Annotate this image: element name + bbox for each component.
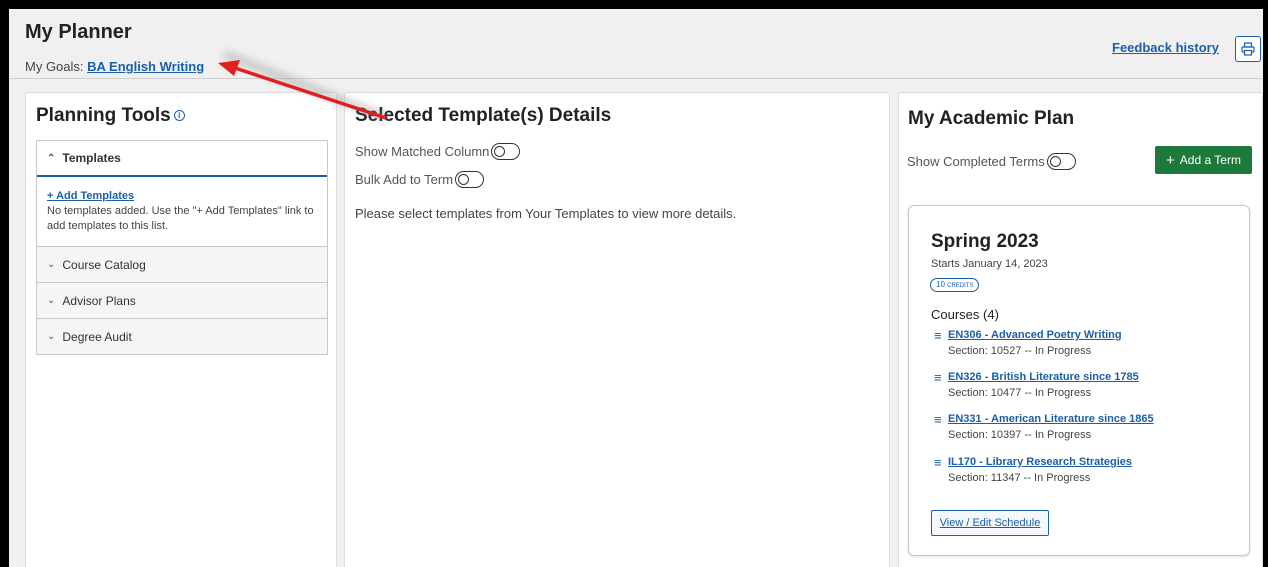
chevron-down-icon: ⌄ [47,295,56,306]
term-card: Spring 2023 Starts January 14, 2023 10 c… [908,205,1250,556]
print-button[interactable] [1235,36,1261,62]
show-matched-toggle[interactable] [491,143,521,160]
drag-handle-icon[interactable]: ≡ [934,413,942,426]
advisor-plans-label: Advisor Plans [62,293,136,308]
academic-plan-heading: My Academic Plan [908,108,1075,129]
chevron-down-icon: ⌄ [47,331,56,342]
goals-label: My Goals: [25,59,84,74]
degree-audit-label: Degree Audit [62,329,132,344]
templates-empty-text: No templates added. Use the "+ Add Templ… [47,205,314,232]
planning-tools-accordion: ⌃ Templates + Add Templates No templates… [36,140,328,355]
course-link[interactable]: EN331 - American Literature since 1865 [948,413,1154,425]
templates-accordion-header[interactable]: ⌃ Templates [37,141,327,177]
select-templates-message: Please select templates from Your Templa… [355,206,737,221]
show-completed-toggle[interactable] [1046,153,1076,170]
chevron-down-icon: ⌄ [47,259,56,270]
bulk-add-label: Bulk Add to Term [355,172,454,187]
selected-templates-panel: Selected Template(s) Details Show Matche… [344,92,890,567]
show-completed-label: Show Completed Terms [907,154,1045,169]
bulk-add-toggle[interactable] [455,171,485,188]
app-frame: My Planner My Goals: BA English Writing … [9,9,1263,567]
drag-handle-icon[interactable]: ≡ [934,456,942,469]
course-section: Section: 11347 -- In Progress [948,472,1091,484]
templates-accordion-body: + Add Templates No templates added. Use … [37,177,327,246]
term-title: Spring 2023 [931,231,1039,252]
show-completed-row: Show Completed Terms [907,153,1076,170]
view-edit-schedule-button[interactable]: View / Edit Schedule [931,510,1049,536]
drag-handle-icon[interactable]: ≡ [934,329,942,342]
goals-line: My Goals: BA English Writing [25,59,204,74]
course-link[interactable]: EN326 - British Literature since 1785 [948,371,1139,383]
printer-icon [1241,42,1255,56]
plus-icon: + [1166,151,1175,169]
goal-link[interactable]: BA English Writing [87,59,204,74]
courses-heading: Courses (4) [931,307,999,322]
term-start-date: Starts January 14, 2023 [931,258,1048,270]
templates-label: Templates [62,151,121,165]
page-header: My Planner My Goals: BA English Writing … [9,9,1263,79]
credits-badge: 10 credits [930,278,980,292]
course-link[interactable]: IL170 - Library Research Strategies [948,456,1132,468]
page-title: My Planner [25,21,132,43]
feedback-history-link[interactable]: Feedback history [1112,40,1219,55]
chevron-up-icon: ⌃ [47,152,56,164]
planning-tools-heading: Planning Tools i [36,105,185,127]
info-icon[interactable]: i [173,110,185,121]
add-templates-link[interactable]: + Add Templates [47,190,134,202]
add-term-label: Add a Term [1179,153,1241,167]
show-matched-label: Show Matched Column [355,144,490,159]
advisor-plans-accordion-header[interactable]: ⌄ Advisor Plans [37,282,327,318]
show-matched-row: Show Matched Column [355,143,521,160]
planning-tools-panel: Planning Tools i ⌃ Templates + Add Templa… [25,92,337,567]
course-section: Section: 10527 -- In Progress [948,345,1092,357]
selected-templates-heading: Selected Template(s) Details [355,105,612,126]
course-section: Section: 10397 -- In Progress [948,429,1092,441]
planning-tools-title: Planning Tools [36,105,171,126]
course-link[interactable]: EN306 - Advanced Poetry Writing [948,329,1122,341]
course-section: Section: 10477 -- In Progress [948,387,1092,399]
course-catalog-label: Course Catalog [62,257,146,272]
degree-audit-accordion-header[interactable]: ⌄ Degree Audit [37,318,327,354]
course-catalog-accordion-header[interactable]: ⌄ Course Catalog [37,246,327,282]
drag-handle-icon[interactable]: ≡ [934,371,942,384]
add-term-button[interactable]: + Add a Term [1155,146,1252,174]
bulk-add-row: Bulk Add to Term [355,171,485,188]
